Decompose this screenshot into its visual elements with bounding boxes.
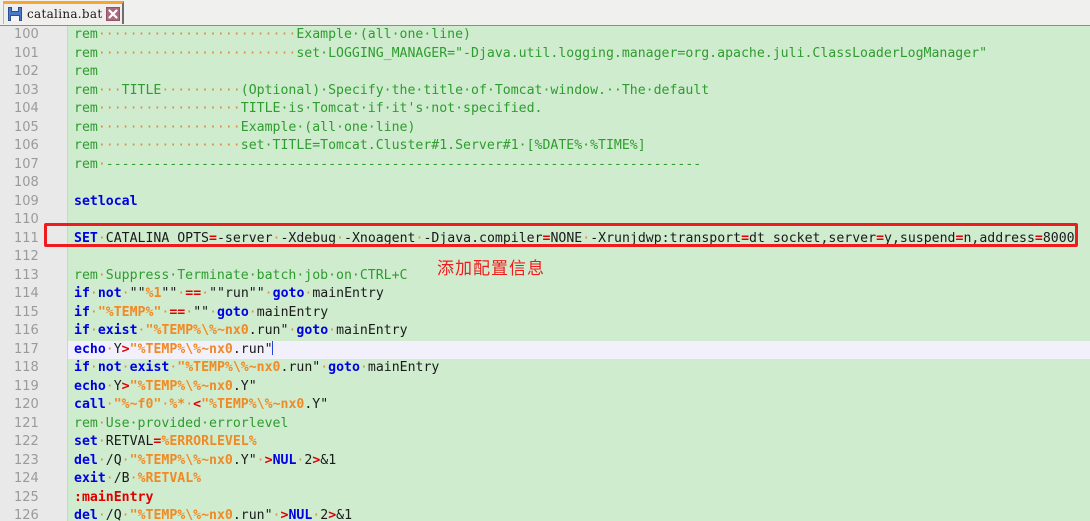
code-line[interactable]: 101 rem·························set·LOGG… [0, 44, 1090, 63]
line-text[interactable] [68, 248, 1090, 267]
line-text[interactable]: call·"%~f0"·%*·<"%TEMP%\%~nx0.Y" [68, 396, 1090, 415]
line-text[interactable]: rem·························Example·(all… [68, 26, 1090, 45]
line-number: 100 [0, 26, 68, 45]
line-text[interactable]: del·/Q·"%TEMP%\%~nx0.run"·>NUL·2>&1 [68, 507, 1090, 521]
line-number: 103 [0, 81, 68, 100]
line-number: 117 [0, 340, 68, 359]
line-text[interactable]: echo·Y>"%TEMP%\%~nx0.Y" [68, 377, 1090, 396]
code-line[interactable]: 109 setlocal [0, 192, 1090, 211]
tab-bar: catalina.bat [0, 0, 1090, 26]
line-number: 101 [0, 44, 68, 63]
code-line[interactable]: 118 if·not·exist·"%TEMP%\%~nx0.run"·goto… [0, 359, 1090, 378]
line-text[interactable]: rem·------------------------------------… [68, 155, 1090, 174]
line-text[interactable]: rem·Suppress·Terminate·batch·job·on·CTRL… [68, 266, 1090, 285]
code-line[interactable]: 116 if·exist·"%TEMP%\%~nx0.run"·goto·mai… [0, 322, 1090, 341]
code-editor[interactable]: 100 rem·························Example·… [0, 26, 1090, 521]
line-number: 106 [0, 137, 68, 156]
code-line[interactable]: 120 call·"%~f0"·%*·<"%TEMP%\%~nx0.Y" [0, 396, 1090, 415]
line-text[interactable]: if·exist·"%TEMP%\%~nx0.run"·goto·mainEnt… [68, 322, 1090, 341]
code-line[interactable]: 100 rem·························Example·… [0, 26, 1090, 45]
line-number: 123 [0, 451, 68, 470]
line-number: 124 [0, 470, 68, 489]
line-number: 126 [0, 507, 68, 521]
line-number: 104 [0, 100, 68, 119]
line-number: 114 [0, 285, 68, 304]
line-text[interactable]: rem···TITLE··········(Optional)·Specify·… [68, 81, 1090, 100]
code-line[interactable]: 114 if·not·""%1""·==·""run""·goto·mainEn… [0, 285, 1090, 304]
line-number: 119 [0, 377, 68, 396]
line-text[interactable]: rem [68, 63, 1090, 82]
code-line[interactable]: 123 del·/Q·"%TEMP%\%~nx0.Y"·>NUL·2>&1 [0, 451, 1090, 470]
line-text[interactable]: rem··················TITLE·is·Tomcat·if·… [68, 100, 1090, 119]
code-line[interactable]: 119 echo·Y>"%TEMP%\%~nx0.Y" [0, 377, 1090, 396]
line-number: 116 [0, 322, 68, 341]
code-line[interactable]: 102 rem [0, 63, 1090, 82]
annotation-text: 添加配置信息 [437, 259, 545, 279]
line-text[interactable]: echo·Y>"%TEMP%\%~nx0.run" [68, 340, 1090, 359]
line-number: 112 [0, 248, 68, 267]
line-text[interactable]: SET·CATALINA_OPTS=-server·-Xdebug·-Xnoag… [68, 229, 1090, 248]
line-text[interactable]: rem·························set·LOGGING_… [68, 44, 1090, 63]
code-line[interactable]: 105 rem··················Example·(all·on… [0, 118, 1090, 137]
line-text[interactable]: del·/Q·"%TEMP%\%~nx0.Y"·>NUL·2>&1 [68, 451, 1090, 470]
line-text[interactable]: setlocal [68, 192, 1090, 211]
line-text[interactable]: set·RETVAL=%ERRORLEVEL% [68, 433, 1090, 452]
line-number: 120 [0, 396, 68, 415]
line-text[interactable]: rem··················Example·(all·one·li… [68, 118, 1090, 137]
line-number: 118 [0, 359, 68, 378]
line-number: 108 [0, 174, 68, 193]
code-line[interactable]: 126 del·/Q·"%TEMP%\%~nx0.run"·>NUL·2>&1 [0, 507, 1090, 521]
line-number: 125 [0, 488, 68, 507]
tab-title: catalina.bat [27, 7, 103, 21]
line-number: 115 [0, 303, 68, 322]
code-line[interactable]: 124 exit·/B·%RETVAL% [0, 470, 1090, 489]
tab-catalina-bat[interactable]: catalina.bat [3, 1, 125, 24]
line-text[interactable]: rem·Use·provided·errorlevel [68, 414, 1090, 433]
code-line[interactable]: 113 rem·Suppress·Terminate·batch·job·on·… [0, 266, 1090, 285]
line-number: 122 [0, 433, 68, 452]
line-text[interactable] [68, 211, 1090, 230]
code-line[interactable]: 107 rem·--------------------------------… [0, 155, 1090, 174]
line-number: 121 [0, 414, 68, 433]
line-number: 113 [0, 266, 68, 285]
code-line[interactable]: 110 [0, 211, 1090, 230]
line-text[interactable]: :mainEntry [68, 488, 1090, 507]
line-text[interactable] [68, 174, 1090, 193]
line-text[interactable]: if·"%TEMP%"·==·""·goto·mainEntry [68, 303, 1090, 322]
code-line[interactable]: 103 rem···TITLE··········(Optional)·Spec… [0, 81, 1090, 100]
code-line[interactable]: 115 if·"%TEMP%"·==·""·goto·mainEntry [0, 303, 1090, 322]
line-number: 105 [0, 118, 68, 137]
code-content[interactable]: 100 rem·························Example·… [0, 26, 1090, 521]
line-number: 110 [0, 211, 68, 230]
line-number: 109 [0, 192, 68, 211]
code-line[interactable]: 112 [0, 248, 1090, 267]
line-text[interactable]: exit·/B·%RETVAL% [68, 470, 1090, 489]
line-number: 107 [0, 155, 68, 174]
close-x-icon[interactable] [106, 7, 121, 21]
line-text[interactable]: if·not·exist·"%TEMP%\%~nx0.run"·goto·mai… [68, 359, 1090, 378]
code-line-highlighted[interactable]: 111 SET·CATALINA_OPTS=-server·-Xdebug·-X… [0, 229, 1090, 248]
code-line[interactable]: 122 set·RETVAL=%ERRORLEVEL% [0, 433, 1090, 452]
line-number: 102 [0, 63, 68, 82]
line-number: 111 [0, 229, 68, 248]
code-line[interactable]: 121 rem·Use·provided·errorlevel [0, 414, 1090, 433]
code-line-current[interactable]: 117 echo·Y>"%TEMP%\%~nx0.run" [0, 340, 1090, 359]
code-line[interactable]: 104 rem··················TITLE·is·Tomcat… [0, 100, 1090, 119]
line-text[interactable]: if·not·""%1""·==·""run""·goto·mainEntry [68, 285, 1090, 304]
line-text[interactable]: rem··················set·TITLE=Tomcat.Cl… [68, 137, 1090, 156]
code-line[interactable]: 106 rem··················set·TITLE=Tomca… [0, 137, 1090, 156]
floppy-disk-save-icon [8, 7, 22, 21]
text-caret [271, 340, 273, 355]
code-line[interactable]: 125 :mainEntry [0, 488, 1090, 507]
code-line[interactable]: 108 [0, 174, 1090, 193]
